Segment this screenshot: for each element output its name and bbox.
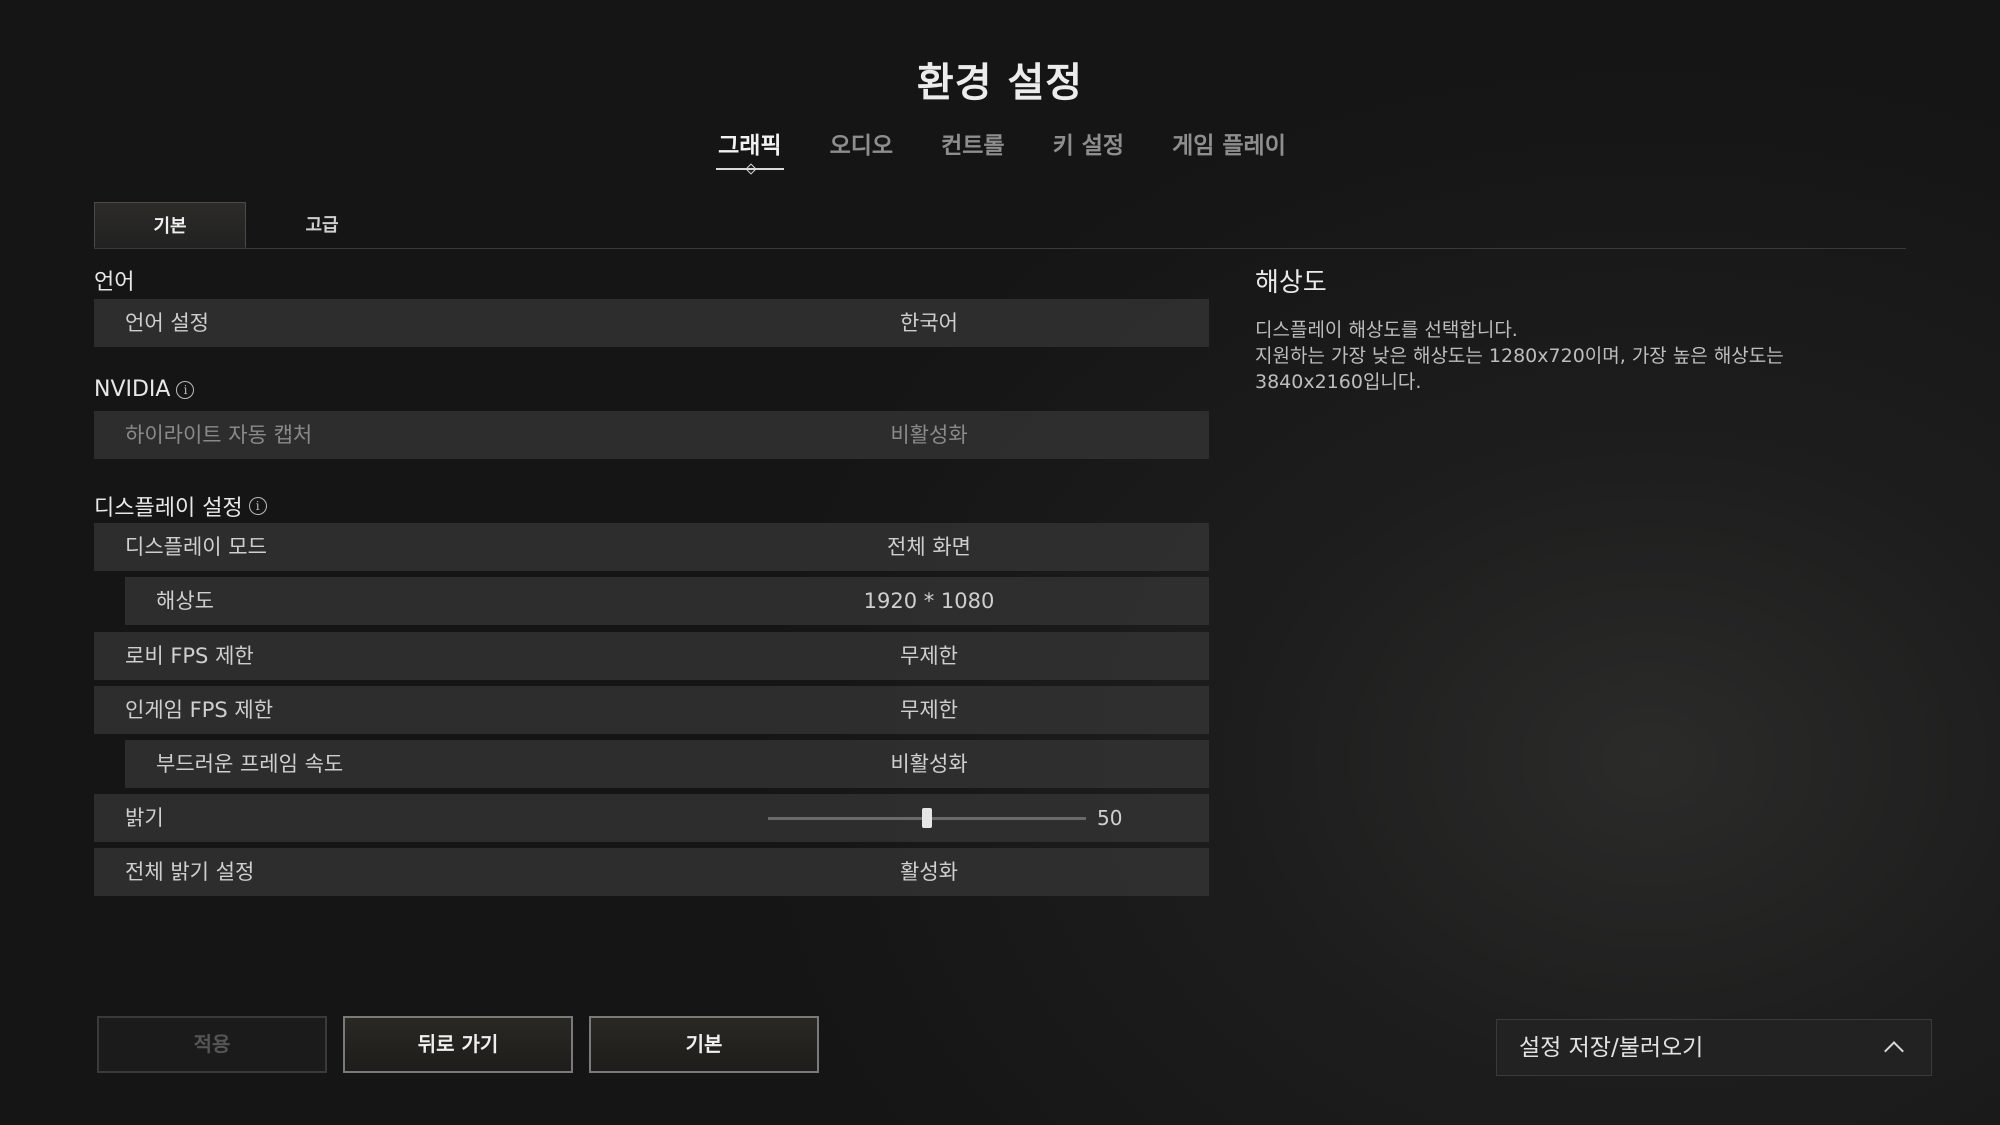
setting-row-language[interactable]: 언어 설정 한국어	[94, 299, 1209, 347]
tab-label: 키 설정	[1052, 133, 1125, 159]
description-line: 디스플레이 해상도를 선택합니다.	[1255, 319, 1518, 341]
section-nvidia: NVIDIA i	[94, 377, 195, 402]
tab-label: 게임 플레이	[1172, 133, 1286, 159]
tab-controls[interactable]: 컨트롤	[939, 126, 1006, 170]
info-icon[interactable]: i	[248, 497, 267, 515]
setting-row-highlight-capture: 하이라이트 자동 캡처 비활성화	[94, 411, 1209, 459]
setting-row-global-brightness[interactable]: 전체 밝기 설정 활성화	[94, 848, 1209, 896]
tab-label: 오디오	[829, 133, 894, 159]
setting-row-lobby-fps[interactable]: 로비 FPS 제한 무제한	[94, 632, 1209, 680]
page-title: 환경 설정	[916, 60, 1084, 106]
subtab-bar: 기본 고급	[94, 202, 1906, 249]
preset-save-load-dropdown[interactable]: 설정 저장/불러오기	[1496, 1019, 1932, 1076]
description-body: 디스플레이 해상도를 선택합니다. 지원하는 가장 낮은 해상도는 1280x7…	[1255, 317, 1875, 395]
setting-value: 활성화	[900, 860, 958, 884]
tab-graphics[interactable]: 그래픽	[716, 126, 785, 175]
setting-row-brightness: 밝기 50	[94, 794, 1209, 842]
section-title: 언어	[94, 270, 135, 295]
setting-label: 밝기	[125, 806, 164, 830]
setting-row-smooth-framerate[interactable]: 부드러운 프레임 속도 비활성화	[125, 740, 1209, 788]
back-button[interactable]: 뒤로 가기	[343, 1016, 573, 1073]
setting-value: 비활성화	[890, 752, 968, 776]
setting-row-display-mode[interactable]: 디스플레이 모드 전체 화면	[94, 523, 1209, 571]
description-line: 지원하는 가장 낮은 해상도는 1280x720이며, 가장 높은 해상도는	[1255, 345, 1784, 367]
tab-gameplay[interactable]: 게임 플레이	[1170, 126, 1288, 170]
setting-value: 무제한	[900, 644, 958, 668]
brightness-slider-thumb[interactable]	[922, 808, 932, 828]
tab-keybindings[interactable]: 키 설정	[1051, 126, 1127, 170]
tab-label: 컨트롤	[941, 133, 1005, 159]
setting-value: 비활성화	[890, 423, 968, 447]
active-tab-indicator	[745, 163, 757, 175]
subtab-basic[interactable]: 기본	[94, 202, 246, 248]
chevron-up-icon	[1884, 1041, 1904, 1061]
section-title: 디스플레이 설정	[94, 496, 243, 521]
setting-value: 1920 * 1080	[863, 589, 995, 613]
setting-value: 무제한	[900, 698, 958, 722]
brightness-value: 50	[1097, 806, 1123, 830]
setting-value: 전체 화면	[887, 535, 971, 559]
tab-label: 그래픽	[718, 133, 782, 159]
main-tabs: 그래픽 오디오 컨트롤 키 설정 게임 플레이	[0, 126, 2000, 175]
setting-row-ingame-fps[interactable]: 인게임 FPS 제한 무제한	[94, 686, 1209, 734]
tab-audio[interactable]: 오디오	[828, 126, 895, 170]
subtab-advanced[interactable]: 고급	[246, 202, 398, 248]
info-icon[interactable]: i	[176, 380, 195, 399]
section-title: NVIDIA	[94, 377, 171, 402]
description-line: 3840x2160입니다.	[1255, 371, 1422, 393]
section-display: 디스플레이 설정 i	[94, 490, 267, 522]
apply-button[interactable]: 적용	[97, 1016, 327, 1073]
description-title: 해상도	[1255, 268, 1327, 298]
preset-label: 설정 저장/불러오기	[1519, 1035, 1704, 1061]
setting-row-resolution[interactable]: 해상도 1920 * 1080	[125, 577, 1209, 625]
section-language: 언어	[94, 264, 134, 296]
reset-default-button[interactable]: 기본	[589, 1016, 819, 1073]
